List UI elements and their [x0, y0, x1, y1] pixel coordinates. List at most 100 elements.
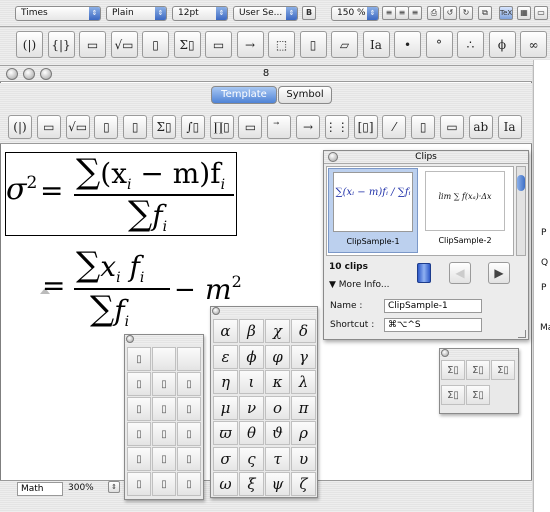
tex-icon[interactable]: TeX — [499, 6, 513, 20]
template-cell[interactable]: ▯ — [127, 397, 151, 421]
template-cell[interactable] — [152, 347, 176, 371]
palette-button-12[interactable]: Ia — [362, 31, 390, 58]
align-right-icon[interactable]: ≡ — [408, 6, 422, 20]
align-center-icon[interactable]: ≡ — [395, 6, 409, 20]
greek-letter-17[interactable]: ϖ — [213, 421, 238, 445]
template-button-17[interactable]: ab — [468, 115, 493, 139]
sum-template-1[interactable]: Σ▯ — [441, 360, 465, 380]
greek-letter-4[interactable]: δ — [291, 319, 316, 343]
template-button-2[interactable]: ▭ — [36, 115, 61, 139]
template-button-8[interactable]: ∏▯ — [209, 115, 234, 139]
scroll-thumb[interactable] — [517, 175, 525, 191]
template-cell[interactable]: ▯ — [127, 422, 151, 446]
size-set-select[interactable]: User Se... ⇕ — [233, 6, 298, 21]
template-cell[interactable]: ▯ — [152, 472, 176, 496]
template-cell[interactable]: ▯ — [127, 347, 151, 371]
clip-item-1[interactable]: ∑(xᵢ − m)fᵢ / ∑fᵢ ClipSample-1 — [328, 168, 418, 253]
template-button-12[interactable]: ⋮⋮ — [324, 115, 349, 139]
style-select[interactable]: Plain ⇕ — [106, 6, 167, 21]
template-button-4[interactable]: ▯ — [94, 115, 119, 139]
template-cell[interactable]: ▯ — [127, 447, 151, 471]
shortcut-field[interactable]: ⌘⌥^S — [384, 318, 482, 332]
template-cell[interactable]: ▯ — [127, 472, 151, 496]
template-cell[interactable]: ▯ — [177, 447, 201, 471]
greek-letter-9[interactable]: η — [213, 370, 238, 394]
sum-template-2[interactable]: Σ▯ — [466, 360, 490, 380]
next-clip-button[interactable]: ▶ — [488, 262, 510, 284]
greek-letter-23[interactable]: τ — [265, 446, 290, 471]
tab-template[interactable]: Template — [211, 86, 277, 104]
palette-button-17[interactable]: ∞ — [520, 31, 547, 58]
palette-button-11[interactable]: ▱ — [331, 31, 358, 58]
greek-letter-13[interactable]: μ — [213, 395, 238, 420]
template-button-9[interactable]: ▭ — [238, 115, 263, 139]
greek-letter-10[interactable]: ι — [239, 370, 264, 394]
template-cell[interactable]: ▯ — [177, 422, 201, 446]
palette-button-8[interactable]: → — [236, 31, 264, 58]
greek-letter-25[interactable]: ω — [213, 472, 238, 496]
greek-letter-7[interactable]: φ — [265, 344, 290, 369]
zoom-select[interactable]: 150 % ⇕ — [331, 6, 379, 21]
template-button-6[interactable]: Σ▯ — [152, 115, 176, 139]
greek-letter-12[interactable]: λ — [291, 370, 316, 394]
template-button-18[interactable]: Ia — [497, 115, 522, 139]
copy-icon[interactable]: ⧉ — [478, 6, 492, 20]
sum-template-4[interactable]: Σ▯ — [441, 385, 465, 405]
template-cell[interactable] — [177, 347, 201, 371]
template-cell[interactable]: ▯ — [177, 372, 201, 396]
template-button-16[interactable]: ▭ — [440, 115, 464, 139]
palette-button-10[interactable]: ▯ — [299, 31, 327, 58]
template-button-7[interactable]: ∫▯ — [180, 115, 205, 139]
greek-letter-18[interactable]: θ — [239, 421, 264, 445]
greek-letter-28[interactable]: ζ — [291, 472, 316, 496]
palette-button-15[interactable]: ∴ — [457, 31, 484, 58]
greek-letter-22[interactable]: ς — [239, 446, 264, 471]
style-status[interactable]: Math — [17, 482, 63, 496]
greek-letter-20[interactable]: ρ — [291, 421, 316, 445]
clip-item-2[interactable]: lim ∑ f(xₐ)·Δx ClipSample-2 — [421, 168, 511, 253]
previous-clip-button[interactable]: ◀ — [449, 262, 471, 284]
template-button-10[interactable]: ⃗ — [267, 115, 292, 139]
palette-button-16[interactable]: ϕ — [488, 31, 516, 58]
palette-button-6[interactable]: Σ▯ — [173, 31, 201, 58]
sum-palette-close-icon[interactable] — [441, 349, 449, 357]
template-cell[interactable]: ▯ — [177, 472, 201, 496]
template-cell[interactable]: ▯ — [177, 397, 201, 421]
template-button-15[interactable]: ▯ — [411, 115, 436, 139]
palette-button-4[interactable]: √▭ — [110, 31, 138, 58]
greek-letter-24[interactable]: υ — [291, 446, 316, 471]
template-palette-close-icon[interactable] — [126, 335, 134, 343]
undo-icon[interactable]: ↺ — [443, 6, 457, 20]
greek-letter-27[interactable]: ψ — [265, 472, 290, 496]
template-button-14[interactable]: ⁄ — [382, 115, 407, 139]
greek-letter-21[interactable]: σ — [213, 446, 238, 471]
greek-letter-15[interactable]: ο — [265, 395, 290, 420]
greek-letter-2[interactable]: β — [239, 319, 264, 343]
palette-button-5[interactable]: ▯ — [142, 31, 169, 58]
template-cell[interactable]: ▯ — [152, 447, 176, 471]
greek-palette-close-icon[interactable] — [212, 307, 220, 315]
template-button-11[interactable]: → — [296, 115, 320, 139]
template-button-1[interactable]: (|) — [8, 115, 32, 139]
palette-button-1[interactable]: (|) — [16, 31, 43, 58]
sum-template-3[interactable]: Σ▯ — [491, 360, 515, 380]
template-button-5[interactable]: ▯ — [123, 115, 148, 139]
palette-button-13[interactable]: • — [394, 31, 421, 58]
resize-grip-icon[interactable] — [518, 330, 526, 338]
greek-letter-3[interactable]: χ — [265, 319, 290, 343]
font-select[interactable]: Times ⇕ — [15, 6, 101, 21]
template-button-13[interactable]: [▯] — [353, 115, 378, 139]
template-button-3[interactable]: √▭ — [65, 115, 90, 139]
palette-button-3[interactable]: ▭ — [79, 31, 106, 58]
template-cell[interactable]: ▯ — [152, 422, 176, 446]
greek-letter-11[interactable]: κ — [265, 370, 290, 394]
sum-template-5[interactable]: Σ▯ — [466, 385, 490, 405]
palette-button-7[interactable]: ▭ — [205, 31, 232, 58]
clips-scrollbar[interactable] — [516, 166, 526, 256]
greek-letter-8[interactable]: γ — [291, 344, 316, 369]
trash-button[interactable] — [412, 260, 436, 286]
greek-letter-16[interactable]: π — [291, 395, 316, 420]
align-left-icon[interactable]: ≡ — [382, 6, 396, 20]
template-cell[interactable]: ▯ — [127, 372, 151, 396]
palette-button-2[interactable]: {|} — [47, 31, 75, 58]
